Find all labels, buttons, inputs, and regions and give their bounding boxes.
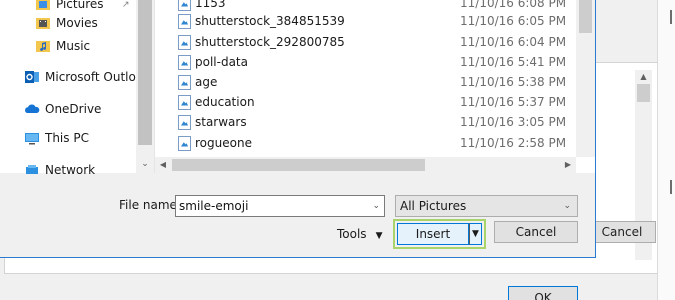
list-item[interactable]: poll-data 11/10/16 5:41 PM: [155, 52, 575, 72]
file-list-horizontal-scrollbar[interactable]: ◀ ▶: [155, 157, 576, 173]
file-name: starwars: [195, 115, 247, 129]
rail-marker: [670, 180, 672, 194]
file-date: 11/10/16 6:08 PM: [460, 0, 567, 10]
list-item[interactable]: shutterstock_384851539 11/10/16 6:05 PM: [155, 11, 575, 31]
nav-item-label: Movies: [56, 16, 98, 30]
file-date: 11/10/16 2:58 PM: [460, 136, 567, 150]
image-file-icon: [178, 74, 191, 90]
file-name-input[interactable]: smile-emoji ⌄: [175, 195, 385, 217]
file-date: 11/10/16 5:41 PM: [460, 55, 567, 69]
pictures-folder-icon: [35, 0, 51, 12]
insert-focus-ring: Insert ▼: [393, 219, 486, 249]
insert-picture-dialog: Pictures ↗ Movies Music Microsoft Outloo…: [0, 0, 596, 258]
pin-icon: ↗: [122, 0, 130, 10]
horizontal-scroll-thumb[interactable]: [172, 159, 425, 171]
nav-item-network[interactable]: Network: [24, 160, 95, 180]
movies-folder-icon: [35, 15, 51, 31]
chevron-down-icon[interactable]: ⌄: [372, 196, 380, 216]
file-name: 1153: [195, 0, 226, 10]
caret-down-icon: ▼: [375, 231, 383, 241]
chevron-right-icon[interactable]: ▶: [560, 157, 576, 173]
file-name-label: File name:: [119, 198, 181, 212]
file-name: rogueone: [195, 136, 252, 150]
computer-icon: [24, 130, 40, 146]
navigation-pane: Pictures ↗ Movies Music Microsoft Outloo…: [0, 0, 154, 177]
insert-button[interactable]: Insert: [397, 223, 469, 245]
onedrive-cloud-icon: [24, 101, 40, 117]
chevron-left-icon[interactable]: ◀: [155, 157, 171, 173]
file-type-value: All Pictures: [400, 199, 467, 213]
nav-item-label: OneDrive: [45, 102, 102, 116]
file-name: poll-data: [195, 55, 248, 69]
nav-item-pictures[interactable]: Pictures: [35, 0, 104, 14]
file-date: 11/10/16 3:05 PM: [460, 115, 567, 129]
file-list-vertical-scrollbar[interactable]: [576, 0, 595, 157]
nav-item-movies[interactable]: Movies: [35, 13, 98, 33]
image-file-icon: [178, 135, 191, 151]
outlook-icon: [24, 69, 40, 85]
file-name: shutterstock_384851539: [195, 14, 345, 28]
file-name: education: [195, 95, 255, 109]
scroll-up-arrow-icon[interactable]: ▲: [635, 70, 652, 84]
nav-item-microsoft-outlook[interactable]: Microsoft Outlook: [24, 67, 150, 87]
file-type-select[interactable]: All Pictures ⌄: [395, 195, 578, 217]
insert-options-dropdown[interactable]: ▼: [469, 223, 482, 245]
nav-item-label: Music: [56, 39, 91, 53]
list-item[interactable]: age 11/10/16 5:38 PM: [155, 72, 575, 92]
list-item[interactable]: shutterstock_292800785 11/10/16 6:04 PM: [155, 32, 575, 52]
image-file-icon: [178, 114, 191, 130]
file-list: 1153 11/10/16 6:08 PM shutterstock_38485…: [154, 0, 595, 173]
file-date: 11/10/16 6:05 PM: [460, 14, 567, 28]
file-date: 11/10/16 5:37 PM: [460, 95, 567, 109]
file-name: shutterstock_292800785: [195, 35, 345, 49]
file-name-value: smile-emoji: [179, 199, 249, 213]
image-file-icon: [178, 54, 191, 70]
cancel-button[interactable]: Cancel: [494, 221, 578, 243]
nav-item-label: Pictures: [56, 0, 104, 11]
image-file-icon: [178, 34, 191, 50]
nav-item-label: Network: [45, 163, 96, 177]
tools-label: Tools: [337, 227, 367, 241]
right-rail: [657, 0, 675, 300]
image-file-icon: [178, 13, 191, 29]
nav-item-music[interactable]: Music: [35, 36, 90, 56]
chevron-down-icon[interactable]: ⌄: [136, 156, 154, 172]
nav-item-onedrive[interactable]: OneDrive: [24, 99, 101, 119]
nav-scrollbar[interactable]: ⌄: [136, 0, 154, 173]
tools-menu-button[interactable]: Tools ▼: [337, 225, 382, 245]
network-icon: [24, 162, 40, 178]
file-name: age: [195, 75, 218, 89]
nav-item-label: This PC: [45, 131, 89, 145]
chevron-down-icon[interactable]: ⌄: [563, 196, 571, 216]
image-file-icon: [178, 94, 191, 110]
image-file-icon: [178, 0, 191, 11]
background-cancel-button[interactable]: Cancel: [588, 221, 656, 243]
music-folder-icon: [35, 38, 51, 54]
list-item[interactable]: education 11/10/16 5:37 PM: [155, 92, 575, 112]
ok-button[interactable]: OK: [508, 286, 578, 300]
file-list-scroll-thumb[interactable]: [579, 0, 592, 33]
caret-down-icon: ▼: [472, 229, 479, 239]
nav-scroll-thumb[interactable]: [138, 0, 152, 145]
list-item[interactable]: rogueone 11/10/16 2:58 PM: [155, 133, 575, 153]
file-date: 11/10/16 5:38 PM: [460, 75, 567, 89]
file-date: 11/10/16 6:04 PM: [460, 35, 567, 49]
nav-item-label: Microsoft Outlook: [45, 70, 151, 84]
rail-marker: [670, 10, 672, 24]
list-item[interactable]: starwars 11/10/16 3:05 PM: [155, 112, 575, 132]
scroll-thumb[interactable]: [637, 84, 650, 102]
nav-item-this-pc[interactable]: This PC: [24, 128, 89, 148]
